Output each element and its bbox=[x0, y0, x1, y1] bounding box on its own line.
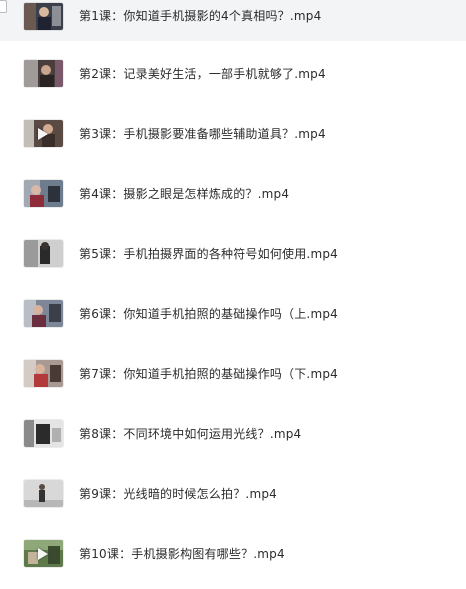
video-thumbnail-icon bbox=[24, 360, 63, 387]
video-thumbnail-icon bbox=[24, 180, 63, 207]
video-thumbnail-icon bbox=[24, 120, 63, 147]
file-name[interactable]: 第3课：手机摄影要准备哪些辅助道具？.mp4 bbox=[79, 126, 326, 142]
video-thumbnail-icon bbox=[24, 480, 63, 507]
file-name[interactable]: 第4课：摄影之眼是怎样炼成的？.mp4 bbox=[79, 186, 289, 202]
file-row-9[interactable]: 第9课：光线暗的时候怎么拍？.mp4 bbox=[0, 474, 466, 514]
file-row-4[interactable]: 第4课：摄影之眼是怎样炼成的？.mp4 bbox=[0, 174, 466, 214]
row-checkbox[interactable] bbox=[0, 0, 7, 13]
play-icon bbox=[38, 128, 48, 140]
file-list: 第1课：你知道手机摄影的4个真相吗？.mp4 第2课：记录美好生活，一部手机就够… bbox=[0, 0, 466, 589]
file-row-2[interactable]: 第2课：记录美好生活，一部手机就够了.mp4 bbox=[0, 54, 466, 94]
play-icon bbox=[38, 548, 48, 560]
file-row-3[interactable]: 第3课：手机摄影要准备哪些辅助道具？.mp4 bbox=[0, 114, 466, 154]
file-row-1[interactable]: 第1课：你知道手机摄影的4个真相吗？.mp4 bbox=[0, 0, 466, 41]
video-thumbnail-icon bbox=[24, 60, 63, 87]
file-name[interactable]: 第2课：记录美好生活，一部手机就够了.mp4 bbox=[79, 66, 326, 82]
file-name[interactable]: 第5课：手机拍摄界面的各种符号如何使用.mp4 bbox=[79, 246, 338, 262]
video-thumbnail-icon bbox=[24, 420, 63, 447]
file-name[interactable]: 第7课：你知道手机拍照的基础操作吗（下.mp4 bbox=[79, 366, 338, 382]
file-row-10[interactable]: 第10课：手机摄影构图有哪些？.mp4 bbox=[0, 534, 466, 574]
file-name[interactable]: 第6课：你知道手机拍照的基础操作吗（上.mp4 bbox=[79, 306, 338, 322]
video-thumbnail-icon bbox=[24, 540, 63, 567]
file-name[interactable]: 第9课：光线暗的时候怎么拍？.mp4 bbox=[79, 486, 277, 502]
video-thumbnail-icon bbox=[24, 240, 63, 267]
file-name[interactable]: 第8课：不同环境中如何运用光线？.mp4 bbox=[79, 426, 301, 442]
video-thumbnail-icon bbox=[24, 300, 63, 327]
file-row-8[interactable]: 第8课：不同环境中如何运用光线？.mp4 bbox=[0, 414, 466, 454]
file-row-5[interactable]: 第5课：手机拍摄界面的各种符号如何使用.mp4 bbox=[0, 234, 466, 274]
video-thumbnail-icon bbox=[24, 3, 63, 30]
file-row-6[interactable]: 第6课：你知道手机拍照的基础操作吗（上.mp4 bbox=[0, 294, 466, 334]
file-name[interactable]: 第10课：手机摄影构图有哪些？.mp4 bbox=[79, 546, 285, 562]
file-row-7[interactable]: 第7课：你知道手机拍照的基础操作吗（下.mp4 bbox=[0, 354, 466, 394]
file-name[interactable]: 第1课：你知道手机摄影的4个真相吗？.mp4 bbox=[79, 8, 321, 24]
